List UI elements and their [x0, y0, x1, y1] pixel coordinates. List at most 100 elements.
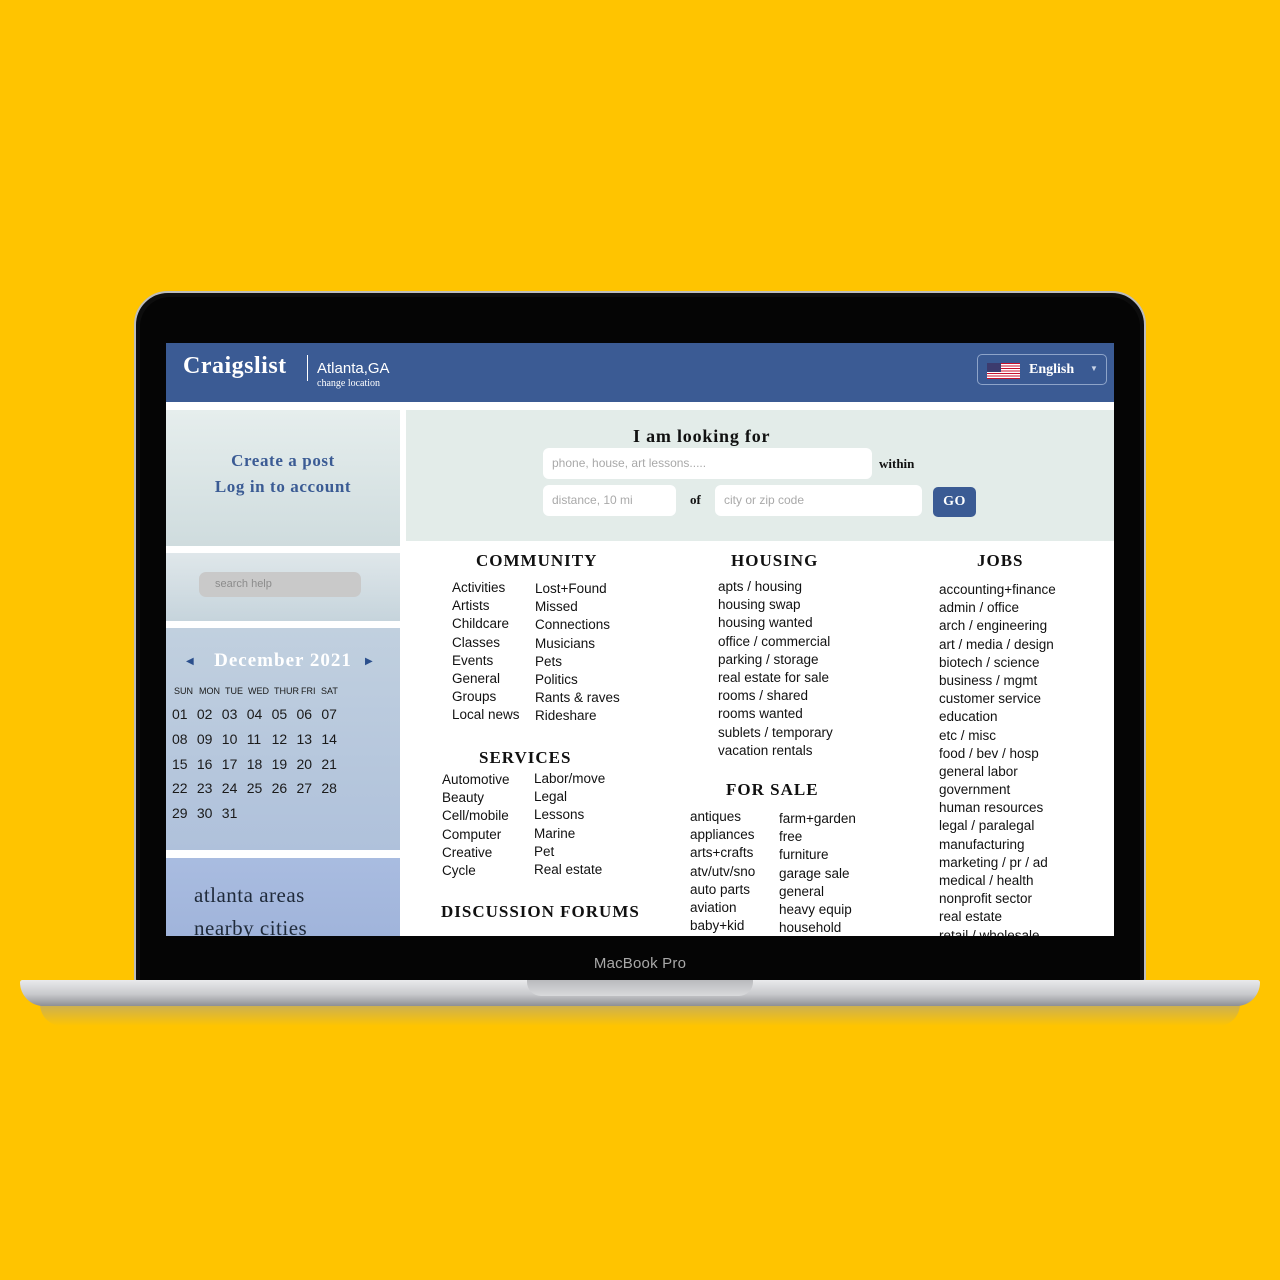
category-link[interactable]: household: [779, 919, 856, 936]
category-link[interactable]: sublets / temporary: [718, 724, 833, 742]
calendar-day[interactable]: 03: [222, 706, 247, 722]
category-link[interactable]: education: [939, 708, 1056, 726]
category-link[interactable]: Lessons: [534, 806, 605, 824]
category-link[interactable]: Classes: [452, 634, 520, 652]
category-link[interactable]: Legal: [534, 788, 605, 806]
calendar-day[interactable]: 16: [197, 756, 222, 772]
calendar-day[interactable]: 21: [321, 756, 346, 772]
category-link[interactable]: general: [779, 883, 856, 901]
services-heading[interactable]: SERVICES: [479, 748, 571, 768]
calendar-day[interactable]: 30: [197, 805, 222, 821]
category-link[interactable]: Activities: [452, 579, 520, 597]
category-link[interactable]: Groups: [452, 688, 520, 706]
category-link[interactable]: Marine: [534, 825, 605, 843]
calendar-day[interactable]: 10: [222, 731, 247, 747]
category-link[interactable]: baby+kid: [690, 917, 755, 935]
category-link[interactable]: rooms / shared: [718, 687, 833, 705]
category-link[interactable]: Artists: [452, 597, 520, 615]
create-post-link[interactable]: Create a post: [166, 451, 400, 471]
login-link[interactable]: Log in to account: [166, 477, 400, 497]
search-query-input[interactable]: phone, house, art lessons.....: [543, 448, 872, 479]
category-link[interactable]: office / commercial: [718, 633, 833, 651]
calendar-day[interactable]: 20: [297, 756, 322, 772]
calendar-day[interactable]: 02: [197, 706, 222, 722]
calendar-day[interactable]: 05: [272, 706, 297, 722]
category-link[interactable]: garage sale: [779, 865, 856, 883]
category-link[interactable]: appliances: [690, 826, 755, 844]
distance-input[interactable]: distance, 10 mi: [543, 485, 676, 516]
calendar-day[interactable]: 22: [172, 780, 197, 796]
nearby-cities-link[interactable]: nearby cities: [194, 916, 307, 936]
calendar-day[interactable]: 27: [297, 780, 322, 796]
calendar-day[interactable]: 18: [247, 756, 272, 772]
calendar-day[interactable]: 26: [272, 780, 297, 796]
category-link[interactable]: apts / housing: [718, 578, 833, 596]
category-link[interactable]: etc / misc: [939, 727, 1056, 745]
calendar-day[interactable]: 15: [172, 756, 197, 772]
category-link[interactable]: nonprofit sector: [939, 890, 1056, 908]
category-link[interactable]: farm+garden: [779, 810, 856, 828]
category-link[interactable]: admin / office: [939, 599, 1056, 617]
category-link[interactable]: food / bev / hosp: [939, 745, 1056, 763]
category-link[interactable]: medical / health: [939, 872, 1056, 890]
category-link[interactable]: Musicians: [535, 635, 620, 653]
next-month-icon[interactable]: ▶: [365, 656, 373, 667]
calendar-day[interactable]: 06: [297, 706, 322, 722]
category-link[interactable]: Cell/mobile: [442, 807, 510, 825]
change-location-link[interactable]: change location: [317, 378, 380, 389]
category-link[interactable]: Events: [452, 652, 520, 670]
category-link[interactable]: real estate for sale: [718, 669, 833, 687]
category-link[interactable]: marketing / pr / ad: [939, 854, 1056, 872]
atlanta-areas-link[interactable]: atlanta areas: [194, 883, 305, 908]
category-link[interactable]: atv/utv/sno: [690, 863, 755, 881]
community-heading[interactable]: COMMUNITY: [476, 551, 597, 571]
category-link[interactable]: real estate: [939, 908, 1056, 926]
category-link[interactable]: Labor/move: [534, 770, 605, 788]
category-link[interactable]: Lost+Found: [535, 580, 620, 598]
category-link[interactable]: rooms wanted: [718, 705, 833, 723]
category-link[interactable]: general labor: [939, 763, 1056, 781]
category-link[interactable]: Rideshare: [535, 707, 620, 725]
category-link[interactable]: art / media / design: [939, 636, 1056, 654]
go-button[interactable]: GO: [933, 487, 976, 517]
calendar-day[interactable]: 24: [222, 780, 247, 796]
calendar-day[interactable]: 04: [247, 706, 272, 722]
category-link[interactable]: Cycle: [442, 862, 510, 880]
category-link[interactable]: manufacturing: [939, 836, 1056, 854]
category-link[interactable]: Automotive: [442, 771, 510, 789]
category-link[interactable]: Rants & raves: [535, 689, 620, 707]
calendar-day[interactable]: 11: [247, 731, 272, 747]
category-link[interactable]: Childcare: [452, 615, 520, 633]
calendar-day[interactable]: 23: [197, 780, 222, 796]
calendar-day[interactable]: 01: [172, 706, 197, 722]
category-link[interactable]: biotech / science: [939, 654, 1056, 672]
category-link[interactable]: Pet: [534, 843, 605, 861]
category-link[interactable]: Beauty: [442, 789, 510, 807]
category-link[interactable]: aviation: [690, 899, 755, 917]
category-link[interactable]: Pets: [535, 653, 620, 671]
location-input[interactable]: city or zip code: [715, 485, 922, 516]
category-link[interactable]: heavy equip: [779, 901, 856, 919]
calendar-day[interactable]: 07: [321, 706, 346, 722]
category-link[interactable]: furniture: [779, 846, 856, 864]
calendar-day[interactable]: 19: [272, 756, 297, 772]
category-link[interactable]: Creative: [442, 844, 510, 862]
discussion-forums-heading[interactable]: DISCUSSION FORUMS: [441, 902, 640, 922]
search-help-input[interactable]: search help: [199, 572, 361, 597]
category-link[interactable]: arts+crafts: [690, 844, 755, 862]
category-link[interactable]: General: [452, 670, 520, 688]
language-selector[interactable]: English ▼: [977, 354, 1107, 385]
calendar-day[interactable]: 12: [272, 731, 297, 747]
category-link[interactable]: free: [779, 828, 856, 846]
category-link[interactable]: Connections: [535, 616, 620, 634]
calendar-day[interactable]: 14: [321, 731, 346, 747]
category-link[interactable]: government: [939, 781, 1056, 799]
category-link[interactable]: antiques: [690, 808, 755, 826]
category-link[interactable]: Local news: [452, 706, 520, 724]
calendar-day[interactable]: 13: [297, 731, 322, 747]
category-link[interactable]: auto parts: [690, 881, 755, 899]
category-link[interactable]: housing wanted: [718, 614, 833, 632]
calendar-day[interactable]: 08: [172, 731, 197, 747]
for-sale-heading[interactable]: FOR SALE: [726, 780, 819, 800]
category-link[interactable]: parking / storage: [718, 651, 833, 669]
